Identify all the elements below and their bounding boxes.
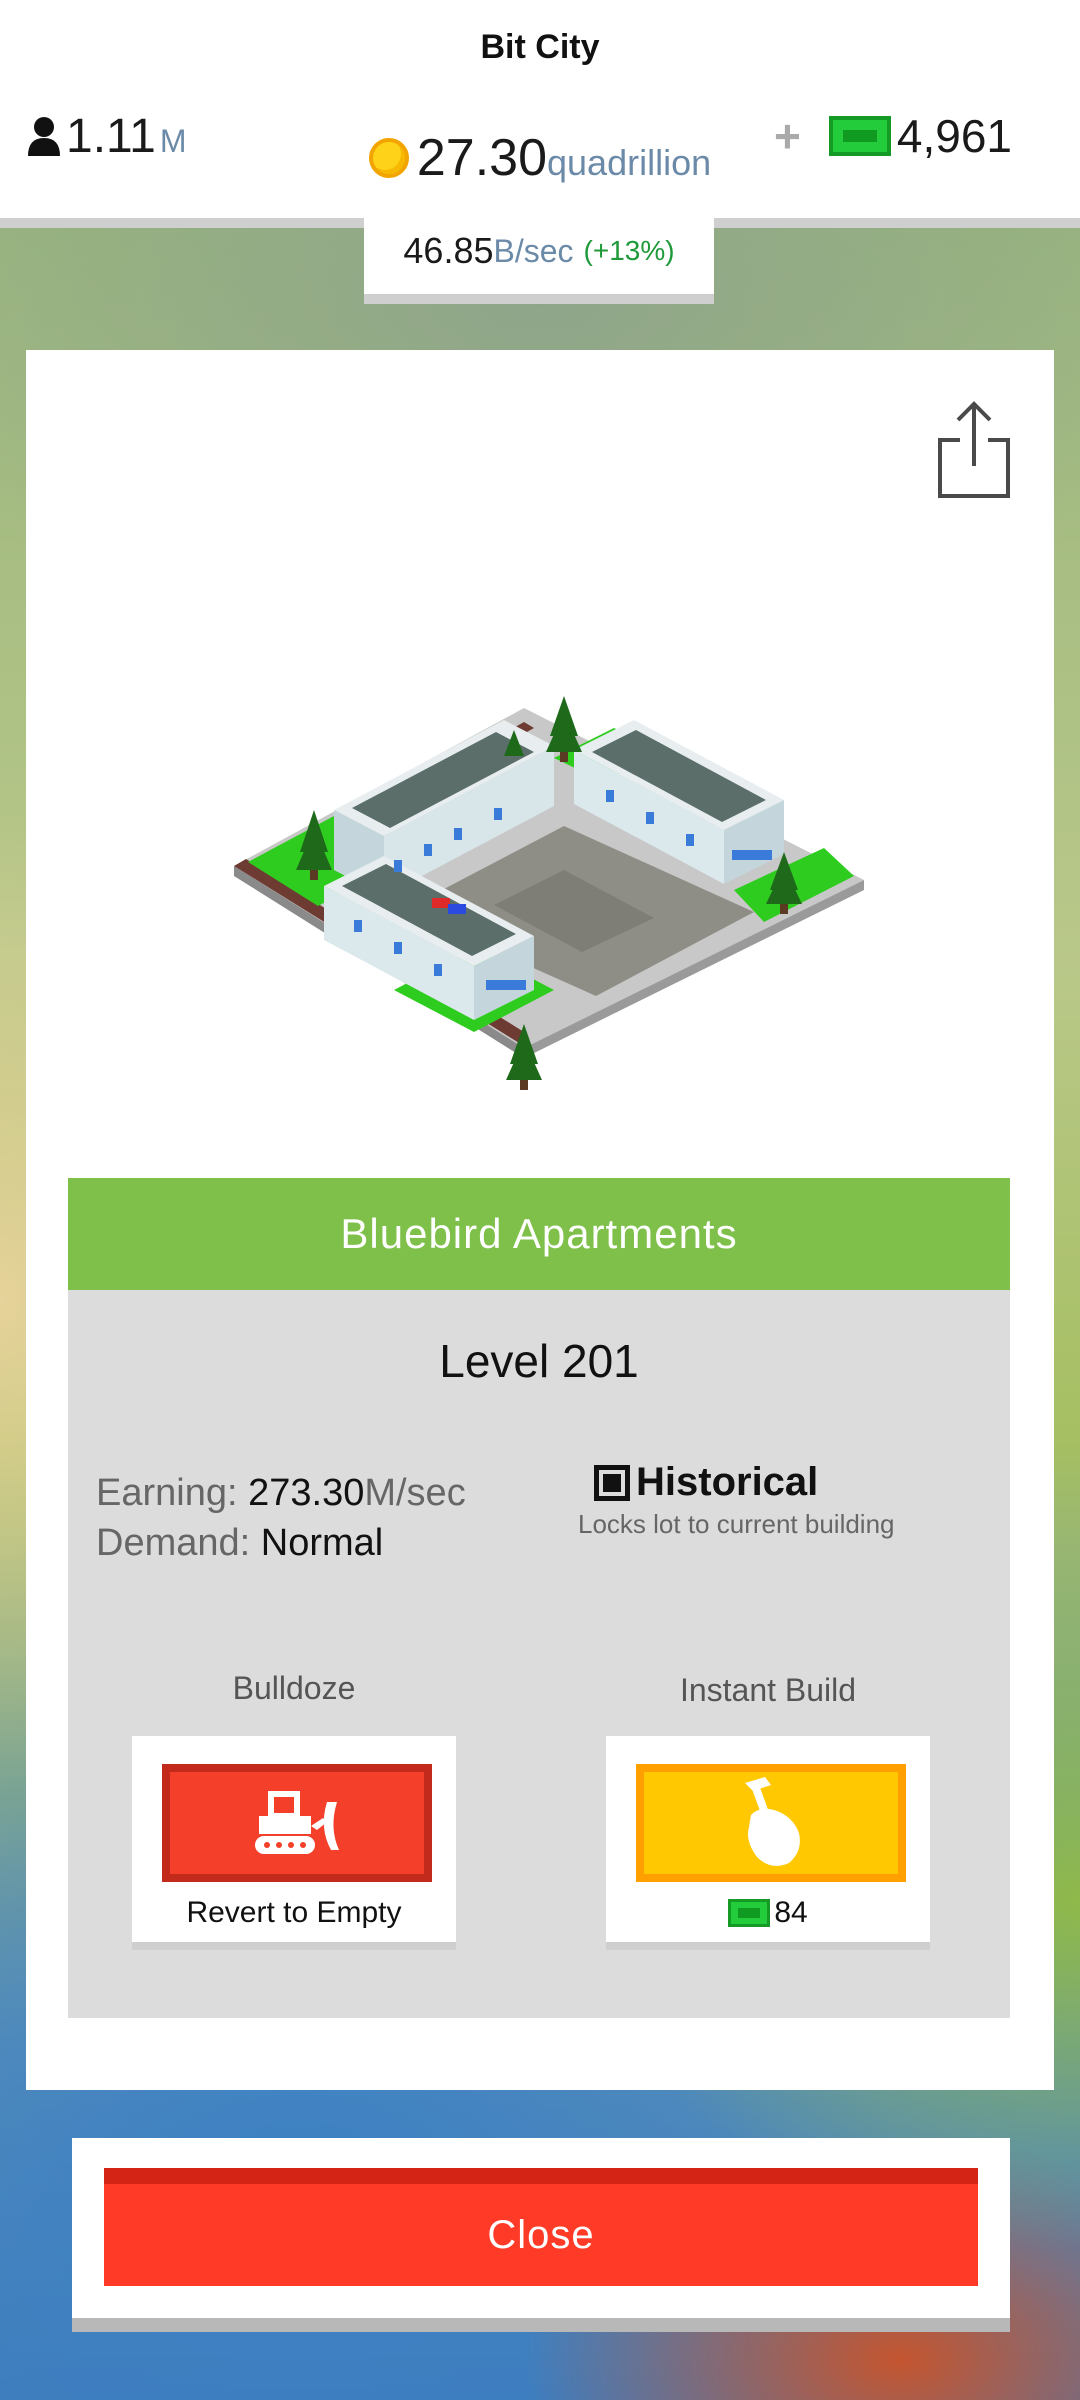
instant-build-cost: 84 (606, 1896, 930, 1930)
cash-bill-icon (728, 1899, 771, 1927)
building-name: Bluebird Apartments (68, 1178, 1010, 1290)
historical-toggle[interactable]: Historical Locks lot to current building (578, 1460, 954, 1540)
hammer-hand-icon (745, 1777, 800, 1866)
share-icon[interactable] (934, 400, 1014, 500)
earning-value: 273.30 (248, 1472, 365, 1514)
add-cash-button[interactable]: + (774, 109, 801, 163)
close-button-frame: Close (72, 2138, 1010, 2332)
instant-build-label: Instant Build (679, 1672, 857, 1708)
bulldoze-caption: Revert to Empty (186, 1896, 402, 1929)
close-button[interactable]: Close (104, 2168, 978, 2286)
income-rate-tab: 46.85 B/sec (+13%) (364, 208, 714, 304)
cash-display[interactable]: + 4,961 (774, 106, 1012, 166)
bulldoze-card[interactable]: Revert to Empty (132, 1736, 456, 1950)
earning-label: Earning: (96, 1472, 238, 1514)
money-value: 27.30 (416, 129, 548, 187)
instant-build-card[interactable]: 84 (606, 1736, 930, 1950)
instant-build-button[interactable] (636, 1764, 906, 1882)
demand-label: Demand: (96, 1522, 251, 1564)
rate-value: 46.85 (403, 230, 494, 271)
cash-bill-icon (828, 116, 891, 156)
historical-label: Historical (636, 1460, 819, 1504)
rate-unit: B/sec (493, 232, 574, 269)
demand-row: Demand: Normal (96, 1518, 466, 1568)
building-info-panel: Bluebird Apartments Level 201 Earning: 2… (68, 1178, 1010, 2018)
money-unit: quadrillion (547, 142, 712, 183)
building-card: Bluebird Apartments Level 201 Earning: 2… (26, 350, 1054, 2090)
building-level: Level 201 (439, 1335, 639, 1387)
historical-checkbox[interactable] (594, 1464, 630, 1501)
cash-value: 4,961 (896, 110, 1012, 162)
earning-unit: M/sec (364, 1472, 466, 1514)
top-bar: Bit City 1.11 M 27.30 quadrillion + 4,96… (0, 0, 1080, 228)
building-stats: Earning: 273.30M/sec Demand: Normal (96, 1468, 466, 1568)
coin-icon (368, 138, 409, 178)
instant-build-cost-value: 84 (774, 1896, 808, 1929)
building-image (234, 696, 864, 1090)
bulldozer-icon (255, 1791, 339, 1854)
earning-row: Earning: 273.30M/sec (96, 1468, 466, 1518)
bulldoze-button[interactable] (162, 1764, 432, 1882)
historical-description: Locks lot to current building (578, 1509, 895, 1539)
demand-value: Normal (260, 1522, 384, 1564)
bulldoze-label: Bulldoze (232, 1670, 356, 1706)
city-name: Bit City (480, 28, 600, 66)
rate-bonus: (+13%) (583, 235, 675, 266)
